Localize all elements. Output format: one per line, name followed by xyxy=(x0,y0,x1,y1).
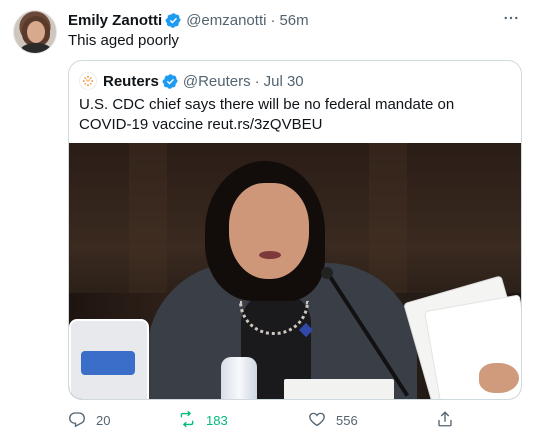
retweet-count: 183 xyxy=(206,412,228,428)
author-handle[interactable]: @emzanotti xyxy=(186,12,266,29)
reply-icon xyxy=(68,410,96,431)
quoted-author-name[interactable]: Reuters xyxy=(103,73,159,90)
photo-name-placard xyxy=(284,379,394,399)
share-button[interactable] xyxy=(436,410,464,430)
tweet-actions: 20 183 556 xyxy=(68,410,522,430)
timestamp[interactable]: 56m xyxy=(279,12,308,29)
avatar-face xyxy=(27,21,45,43)
photo-wall-panel xyxy=(369,143,407,293)
reply-count: 20 xyxy=(96,412,111,428)
photo-person-lips xyxy=(259,251,281,259)
photo-wipes-container xyxy=(69,319,149,399)
heart-icon xyxy=(308,410,336,431)
quoted-tweet[interactable]: Reuters @Reuters · Jul 30 U.S. CDC chief… xyxy=(68,60,522,400)
tweet[interactable]: Emily Zanotti @emzanotti · 56m This aged… xyxy=(0,0,535,446)
quoted-tweet-photo[interactable] xyxy=(69,143,521,399)
quoted-timestamp[interactable]: Jul 30 xyxy=(264,73,304,90)
avatar-shirt xyxy=(20,43,52,53)
verified-badge-icon xyxy=(165,12,182,29)
like-count: 556 xyxy=(336,412,358,428)
photo-wipes-label xyxy=(81,351,135,375)
retweet-button[interactable]: 183 xyxy=(178,410,228,430)
more-icon[interactable] xyxy=(499,8,523,28)
share-icon xyxy=(436,410,464,431)
photo-wall-panel xyxy=(129,143,167,293)
quoted-tweet-header: Reuters @Reuters · Jul 30 xyxy=(79,71,304,91)
photo-hand xyxy=(479,363,519,393)
quoted-tweet-text: U.S. CDC chief says there will be no fed… xyxy=(79,96,455,133)
avatar[interactable] xyxy=(13,10,57,54)
author-name[interactable]: Emily Zanotti xyxy=(68,12,162,29)
reply-button[interactable]: 20 xyxy=(68,410,110,430)
photo-water-bottle xyxy=(221,357,257,399)
verified-badge-icon xyxy=(162,73,179,90)
quoted-author-handle[interactable]: @Reuters xyxy=(183,73,251,90)
tweet-header: Emily Zanotti @emzanotti · 56m xyxy=(68,10,309,30)
tweet-text: This aged poorly xyxy=(68,32,179,49)
reuters-logo-icon xyxy=(79,72,97,90)
separator-dot: · xyxy=(270,11,276,29)
separator-dot: · xyxy=(254,72,260,90)
photo-person-face xyxy=(229,183,309,279)
like-button[interactable]: 556 xyxy=(308,410,358,430)
retweet-icon xyxy=(178,410,206,431)
photo-microphone-head xyxy=(321,267,333,279)
